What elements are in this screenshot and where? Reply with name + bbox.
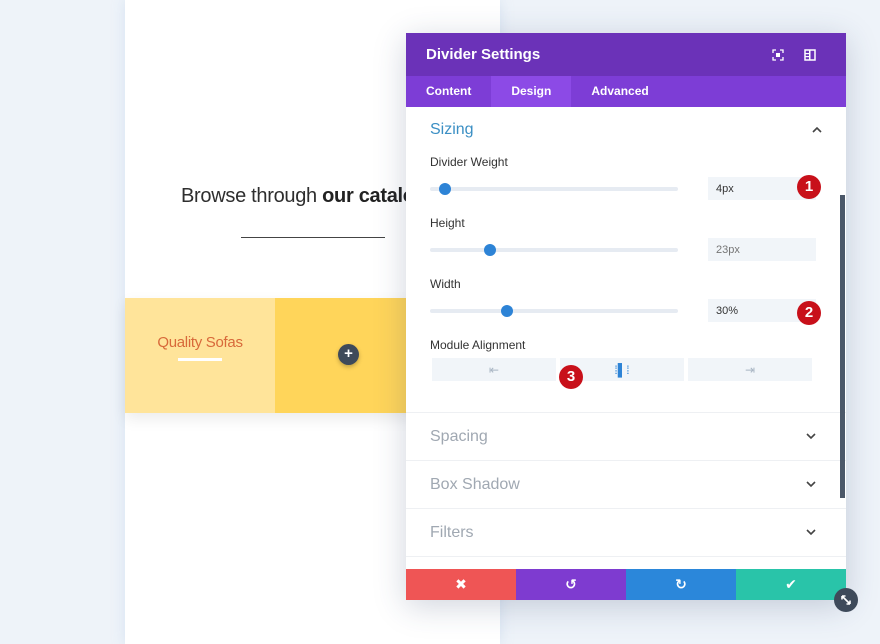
tab-content[interactable]: Content (406, 76, 491, 107)
height-slider[interactable] (430, 243, 678, 256)
chevron-down-icon[interactable] (806, 431, 816, 443)
divider-settings-modal: Divider Settings Content Design Advanced… (406, 33, 846, 600)
annotation-badge-1: 1 (797, 175, 821, 199)
headline-plain: Browse through (181, 185, 323, 207)
divider-weight-row (430, 177, 822, 200)
chevron-down-icon[interactable] (806, 479, 816, 491)
section-title: Box Shadow (430, 475, 520, 493)
slider-thumb[interactable] (483, 243, 496, 256)
save-button[interactable]: ✔ (736, 569, 846, 600)
module-alignment-label: Module Alignment (430, 338, 526, 352)
product-underline (178, 358, 222, 361)
section-spacing[interactable]: Spacing (406, 413, 846, 461)
slider-thumb[interactable] (500, 304, 513, 317)
section-sizing-header[interactable]: Sizing (430, 121, 822, 139)
product-title: Quality Sofas (157, 334, 243, 351)
undo-icon: ↺ (565, 576, 577, 592)
width-slider[interactable] (430, 304, 678, 317)
close-icon: ✖ (455, 576, 467, 592)
checkmark-icon: ✔ (785, 576, 797, 592)
section-title: Spacing (430, 427, 488, 445)
modal-header[interactable]: Divider Settings (406, 33, 846, 76)
section-title: Filters (430, 523, 474, 541)
product-column-1[interactable]: Quality Sofas (125, 298, 275, 413)
height-label: Height (430, 216, 465, 230)
chevron-down-icon[interactable] (806, 527, 816, 539)
divider-weight-slider[interactable] (430, 182, 678, 195)
redo-button[interactable]: ↻ (626, 569, 736, 600)
section-sizing: Sizing Divider Weight Height Width (406, 107, 846, 413)
section-filters[interactable]: Filters (406, 509, 846, 557)
section-box-shadow[interactable]: Box Shadow (406, 461, 846, 509)
align-left-icon: ⇤ (488, 362, 500, 377)
cancel-button[interactable]: ✖ (406, 569, 516, 600)
scrollbar[interactable] (840, 195, 845, 498)
tab-advanced[interactable]: Advanced (571, 76, 668, 107)
align-right-icon: ⇥ (744, 362, 756, 377)
align-right-button[interactable]: ⇥ (688, 358, 812, 381)
modal-footer: ✖ ↺ ↻ ✔ (406, 569, 846, 600)
align-center-icon: ⁞▌⁞ (614, 362, 630, 377)
annotation-badge-3: 3 (559, 365, 583, 389)
undo-button[interactable]: ↺ (516, 569, 626, 600)
width-label: Width (430, 277, 461, 291)
redo-icon: ↻ (675, 576, 687, 592)
section-title: Sizing (430, 121, 474, 138)
tab-design[interactable]: Design (491, 76, 572, 107)
focus-icon[interactable] (762, 48, 794, 61)
tab-bar: Content Design Advanced (406, 76, 846, 107)
annotation-badge-2: 2 (797, 301, 821, 325)
height-input[interactable] (708, 238, 816, 261)
chevron-up-icon[interactable] (812, 124, 822, 136)
resize-handle-icon[interactable] (834, 588, 858, 612)
modal-title: Divider Settings (426, 46, 541, 63)
module-alignment-group: ⇤ ⁞▌⁞ ⇥ (432, 358, 822, 381)
add-module-button[interactable]: + (338, 344, 359, 365)
headline-bold: our catalo (322, 185, 415, 207)
divider-module[interactable] (241, 237, 385, 238)
slider-thumb[interactable] (438, 182, 451, 195)
sidebar-layout-icon[interactable] (794, 48, 826, 61)
align-left-button[interactable]: ⇤ (432, 358, 556, 381)
settings-body: Sizing Divider Weight Height Width (406, 107, 846, 569)
width-row (430, 299, 822, 322)
divider-weight-label: Divider Weight (430, 155, 508, 169)
height-row (430, 238, 822, 261)
